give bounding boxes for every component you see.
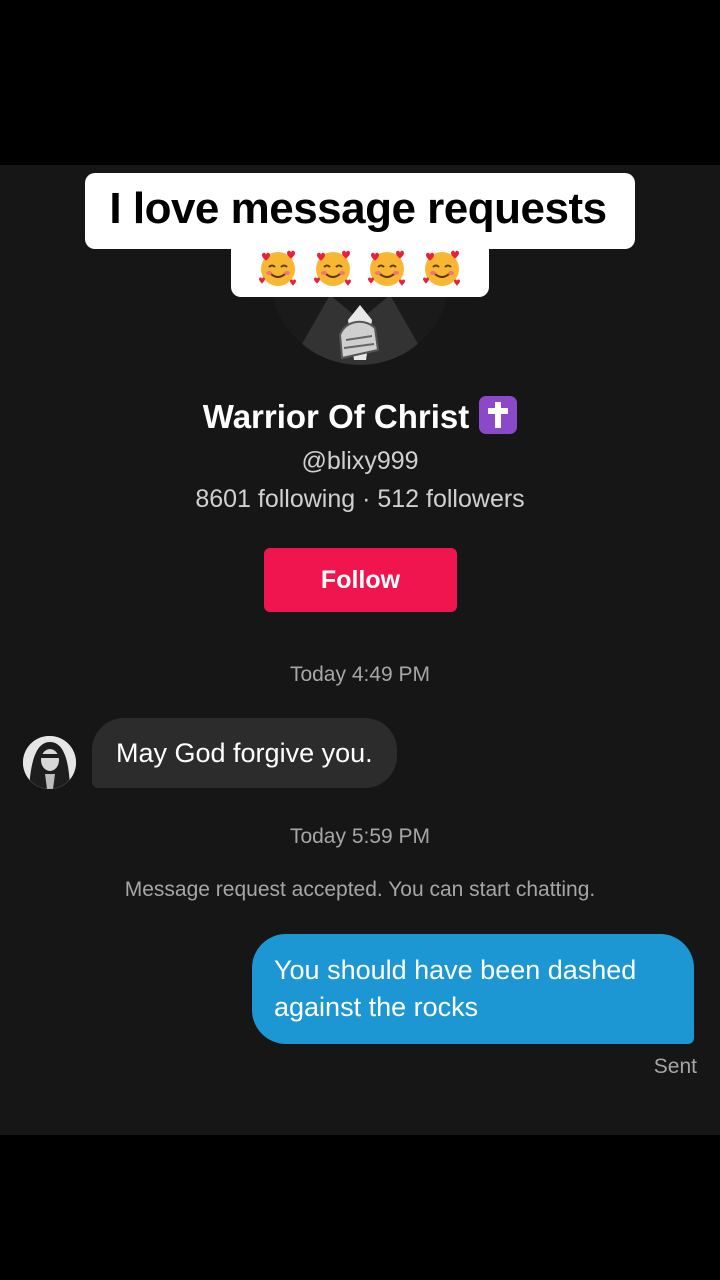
timestamp: Today 4:49 PM — [289, 663, 431, 686]
chat-screen: Warrior Of Christ @blixy999 8601 followi… — [0, 0, 720, 1135]
caption-overlay: I love message requests — [0, 173, 720, 297]
system-message: Message request accepted. You can start … — [124, 878, 596, 901]
profile-stats: 8601 following · 512 followers — [195, 485, 525, 513]
smiling-face-with-hearts-icon — [421, 247, 463, 289]
incoming-message-bubble[interactable]: May God forgive you. — [92, 718, 397, 788]
outgoing-message-bubble[interactable]: You should have been dashed against the … — [252, 934, 694, 1044]
caption-emoji-row — [231, 245, 489, 297]
sender-avatar[interactable] — [23, 736, 76, 789]
profile-name: Warrior Of Christ — [0, 396, 720, 436]
timestamp: Today 5:59 PM — [289, 825, 431, 848]
follow-button[interactable]: Follow — [264, 548, 457, 612]
incoming-message-text: May God forgive you. — [116, 737, 373, 768]
outgoing-message-line: You should have been dashed — [274, 955, 637, 985]
sent-status: Sent — [653, 1055, 697, 1078]
smiling-face-with-hearts-icon — [312, 247, 354, 289]
smiling-face-with-hearts-icon — [366, 247, 408, 289]
cross-icon — [479, 396, 518, 434]
display-name: Warrior Of Christ — [202, 398, 470, 435]
caption-text: I love message requests — [85, 173, 635, 249]
smiling-face-with-hearts-icon — [257, 247, 299, 289]
outgoing-message-line: against the rocks — [274, 992, 479, 1022]
profile-handle: @blixy999 — [301, 447, 419, 475]
